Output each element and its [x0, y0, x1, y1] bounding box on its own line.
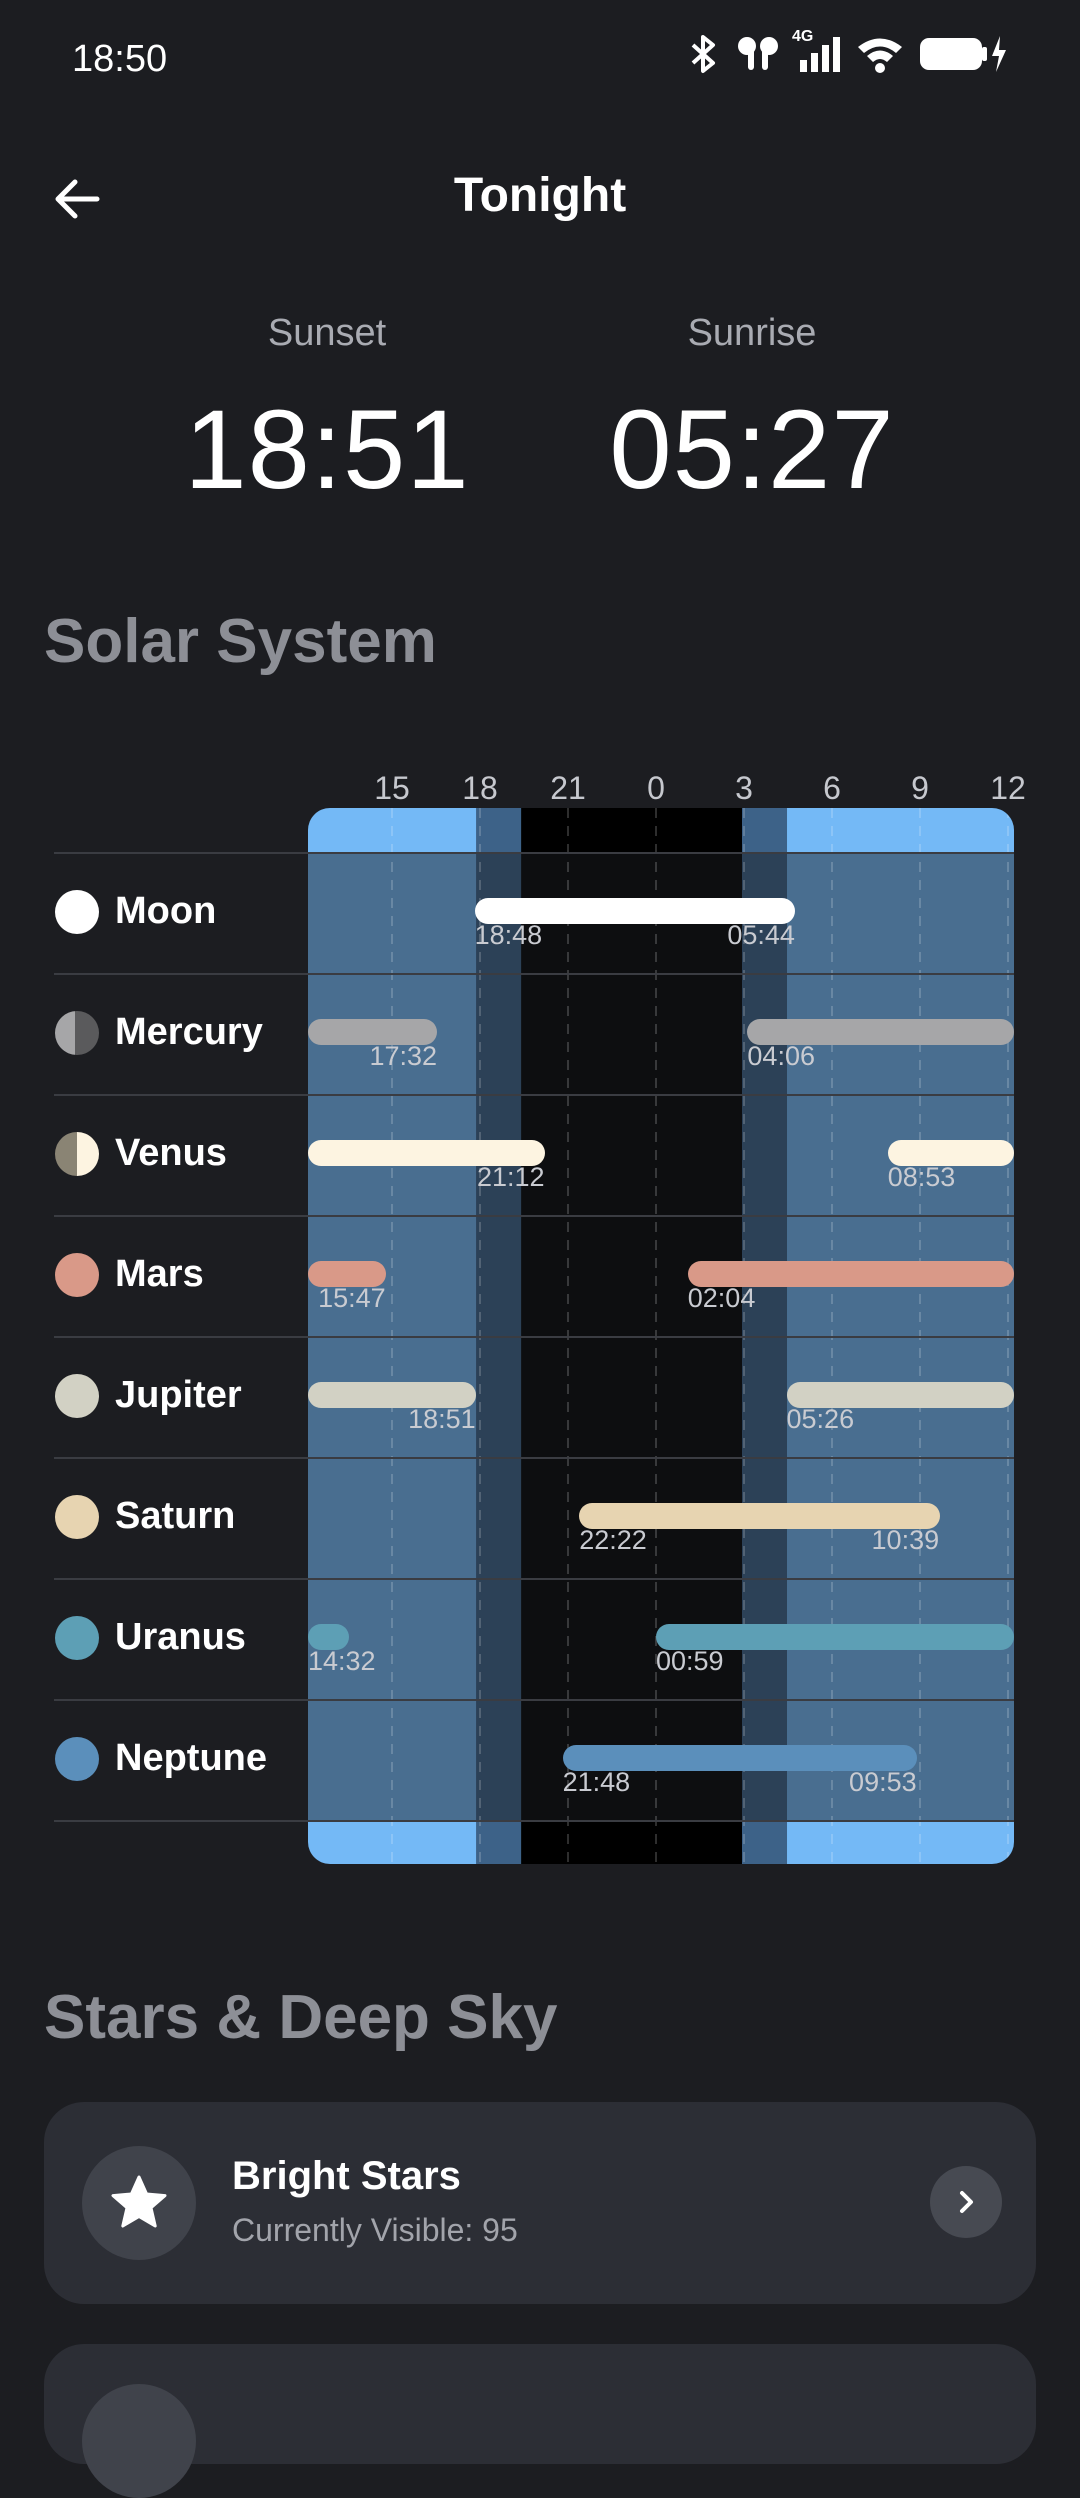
mars-icon	[55, 1253, 99, 1297]
wifi-icon	[858, 38, 902, 73]
time-label: 18:51	[408, 1404, 476, 1434]
sunset-time: 18:51	[184, 387, 470, 512]
neptune-label: Neptune	[115, 1737, 267, 1779]
hour-tick-label: 0	[647, 770, 665, 806]
status-time: 18:50	[72, 38, 168, 80]
mars-label: Mars	[115, 1253, 204, 1295]
signal-icon: 4G	[792, 28, 842, 74]
time-label: 18:48	[474, 920, 543, 950]
page-title: Tonight	[453, 169, 627, 222]
bright-stars-title: Bright Stars	[232, 2154, 461, 2198]
bluetooth-icon	[691, 35, 715, 73]
uranus-label: Uranus	[115, 1616, 246, 1658]
sunrise-label: Sunrise	[687, 312, 817, 354]
time-label: 05:26	[786, 1404, 855, 1434]
hour-tick-label: 6	[823, 770, 841, 806]
row-divider	[54, 1578, 1014, 1580]
row-divider	[54, 1699, 1014, 1701]
mercury-label: Mercury	[115, 1011, 263, 1053]
star-icon	[111, 2175, 167, 2228]
row-divider	[54, 1094, 1014, 1096]
moon-label: Moon	[115, 890, 217, 932]
row-divider	[54, 1820, 1014, 1822]
sunset-label: Sunset	[267, 312, 387, 354]
deep-sky-card-icon-circle	[82, 2384, 196, 2498]
moon-icon	[55, 890, 99, 934]
hour-tick-label: 18	[462, 770, 498, 806]
hour-tick-label: 15	[374, 770, 410, 806]
sunrise-time: 05:27	[609, 387, 895, 512]
neptune-icon	[55, 1737, 99, 1781]
hour-tick-label: 12	[990, 770, 1026, 806]
time-label: 17:32	[369, 1041, 438, 1071]
jupiter-label: Jupiter	[115, 1374, 242, 1416]
time-label: 14:32	[308, 1646, 376, 1676]
row-divider	[54, 852, 1014, 854]
time-label: 00:59	[655, 1646, 724, 1676]
bright-stars-open-button[interactable]	[930, 2166, 1002, 2238]
battery-icon	[920, 36, 1006, 72]
time-label: 02:04	[687, 1283, 756, 1313]
saturn-icon	[55, 1495, 99, 1539]
time-label: 15:47	[318, 1283, 386, 1313]
uranus-icon	[55, 1616, 99, 1660]
mercury-icon	[55, 1011, 99, 1055]
time-label: 21:12	[477, 1162, 545, 1192]
time-label: 04:06	[747, 1041, 815, 1071]
time-label: 05:44	[727, 920, 795, 950]
bright-stars-subtitle: Currently Visible: 95	[232, 2212, 518, 2248]
time-label: 08:53	[887, 1162, 956, 1192]
venus-label: Venus	[115, 1132, 227, 1174]
time-label: 22:22	[579, 1525, 647, 1555]
solar-system-title: Solar System	[44, 607, 437, 676]
jupiter-icon	[55, 1374, 99, 1418]
earbuds-icon	[738, 37, 778, 70]
venus-icon	[55, 1132, 99, 1176]
row-divider	[54, 1336, 1014, 1338]
chevron-right-icon	[960, 2191, 973, 2213]
time-label: 21:48	[562, 1767, 631, 1797]
time-label: 09:53	[849, 1767, 917, 1797]
bright-stars-icon-circle	[82, 2146, 196, 2260]
row-divider	[54, 1215, 1014, 1217]
time-label: 10:39	[871, 1525, 940, 1555]
hour-tick-label: 21	[550, 770, 586, 806]
row-divider	[54, 1457, 1014, 1459]
row-divider	[54, 973, 1014, 975]
hour-tick-label: 3	[735, 770, 753, 806]
status-icons: 4G	[686, 28, 1010, 74]
hour-tick-label: 9	[911, 770, 929, 806]
deep-sky-title: Stars & Deep Sky	[44, 1983, 558, 2052]
saturn-label: Saturn	[115, 1495, 236, 1537]
